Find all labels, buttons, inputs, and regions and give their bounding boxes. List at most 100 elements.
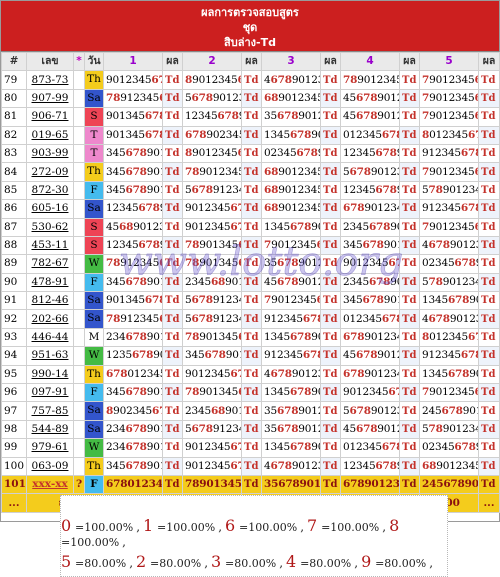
predicted-digit-set: 2456789012 [419, 474, 479, 495]
digit-set-cell: 7891234568 [103, 309, 163, 329]
result-cell: Td [399, 364, 420, 385]
digit-set-cell: 9012345678 [340, 383, 400, 403]
weekday-badge: Th [85, 366, 103, 383]
digit-set-cell: 1234567890 [103, 199, 163, 219]
result-cell: Td [478, 70, 500, 90]
drawn-number-link[interactable]: 272-09 [26, 162, 74, 182]
row-number: 100 [1, 456, 27, 476]
result-cell: Td [241, 107, 262, 127]
drawn-number-link[interactable]: 063-09 [26, 456, 74, 476]
row-number: 94 [1, 346, 27, 366]
drawn-number-link[interactable]: 446-44 [26, 327, 74, 348]
result-cell: Td [162, 162, 183, 182]
drawn-number-link[interactable]: 907-99 [26, 88, 74, 109]
result-cell: Td [478, 327, 500, 348]
weekday-cell: Th [84, 364, 104, 385]
digit-set-cell: 2346789012 [103, 438, 163, 458]
digit-set-cell: 0234567890 [261, 143, 321, 164]
result-cell: Td [320, 327, 341, 348]
result-cell: Td [320, 438, 341, 458]
digit-set-cell: 4567890123 [340, 107, 400, 127]
digit-set-cell: 0123456789 [340, 125, 400, 145]
summary-separator: , [429, 556, 434, 570]
drawn-number-link[interactable]: 990-14 [26, 364, 74, 385]
digit-set-cell: 8012345678 [419, 327, 479, 348]
summary-separator: , [279, 556, 284, 570]
result-cell: Td [399, 474, 420, 495]
digit-set-cell: 8902345678 [103, 401, 163, 421]
result-cell: Td [399, 125, 420, 145]
drawn-number-link[interactable]: 605-16 [26, 199, 74, 219]
drawn-number-link[interactable]: 782-67 [26, 254, 74, 274]
result-cell: Td [162, 272, 183, 293]
drawn-number-link[interactable]: 873-73 [26, 70, 74, 90]
digit-set-cell: 1234567890 [340, 143, 400, 164]
result-cell: Td [241, 180, 262, 201]
drawn-number-link[interactable]: 530-62 [26, 217, 74, 237]
result-cell: Td [399, 438, 420, 458]
digit-set-cell: 3567890124 [261, 419, 321, 440]
drawn-number-link[interactable]: 544-89 [26, 419, 74, 440]
star-cell [73, 199, 85, 219]
summary-digit: 5 [61, 552, 72, 571]
weekday-cell: Sa [84, 199, 104, 219]
drawn-number-link[interactable]: 872-30 [26, 180, 74, 201]
drawn-number-link[interactable]: 979-61 [26, 438, 74, 458]
digit-set-cell: 9012345678 [340, 254, 400, 274]
digit-summary-box: 0 =100.00%, 1 =100.00%, 6 =100.00%, 7 =100.… [60, 495, 448, 577]
drawn-number-link[interactable]: 478-91 [26, 272, 74, 293]
row-number: 99 [1, 438, 27, 458]
drawn-number-link[interactable]: 453-11 [26, 235, 74, 256]
drawn-number-link[interactable]: 951-63 [26, 346, 74, 366]
result-cell: Td [162, 438, 183, 458]
result-cell: Td [162, 474, 183, 495]
table-row: 80907-99Sa7891234568Td5678901234Td689012… [1, 88, 500, 109]
digit-set-cell: 5678912340 [182, 309, 242, 329]
digit-set-cell: 6789023456 [182, 125, 242, 145]
result-cell: Td [241, 346, 262, 366]
results-banner: ผลการตรวจสอบสูตร ชุด สิบล่าง-Td [1, 1, 499, 52]
result-cell: Td [162, 143, 183, 164]
digit-set-cell: 7901234568 [419, 88, 479, 109]
table-row: 100063-09Th3456789012Td9012345678Td46789… [1, 456, 500, 476]
row-number: 86 [1, 199, 27, 219]
row-number: 88 [1, 235, 27, 256]
result-cell: Td [162, 291, 183, 311]
digit-set-cell: 6789012340 [340, 327, 400, 348]
result-cell: Td [320, 254, 341, 274]
result-cell: Td [478, 346, 500, 366]
drawn-number-link[interactable]: 903-99 [26, 143, 74, 164]
drawn-number-link[interactable]: 097-91 [26, 383, 74, 403]
digit-set-cell: 0234567890 [419, 438, 479, 458]
header-row: # เลข * วัน 1 ผล 2 ผล 3 ผล 4 ผล 5 ผล [1, 51, 500, 72]
drawn-number-link[interactable]: 757-85 [26, 401, 74, 421]
drawn-number-link[interactable]: 906-71 [26, 107, 74, 127]
result-cell: Td [320, 291, 341, 311]
result-cell: Td [162, 125, 183, 145]
digit-set-cell: 6789012340 [340, 199, 400, 219]
summary-separator: , [382, 520, 387, 534]
result-cell: Td [320, 419, 341, 440]
weekday-badge: T [85, 127, 103, 144]
weekday-cell: S [84, 217, 104, 237]
result-cell: Td [399, 327, 420, 348]
summary-separator: , [354, 556, 359, 570]
digit-set-cell: 9123456789 [261, 346, 321, 366]
weekday-badge: W [85, 439, 103, 457]
drawn-number-link[interactable]: 812-46 [26, 291, 74, 311]
drawn-number-link[interactable]: 202-66 [26, 309, 74, 329]
summary-digit: 9 [361, 552, 372, 571]
weekday-badge: T [85, 145, 103, 162]
drawn-number-link[interactable]: 019-65 [26, 125, 74, 145]
predicted-digit-set: 7890134568 [182, 474, 242, 495]
digit-set-cell: 9012345678 [182, 438, 242, 458]
weekday-badge: Sa [85, 90, 103, 107]
star-cell [73, 125, 85, 145]
header-cell-result-1: ผล [162, 51, 183, 72]
digit-set-cell: 9123456789 [419, 346, 479, 366]
result-cell: Td [241, 456, 262, 476]
table-row: 86605-16Sa1234567890Td9012345678Td689012… [1, 199, 500, 219]
digit-set-cell: 1345678903 [261, 217, 321, 237]
result-cell: Td [399, 143, 420, 164]
result-cell: Td [320, 180, 341, 201]
